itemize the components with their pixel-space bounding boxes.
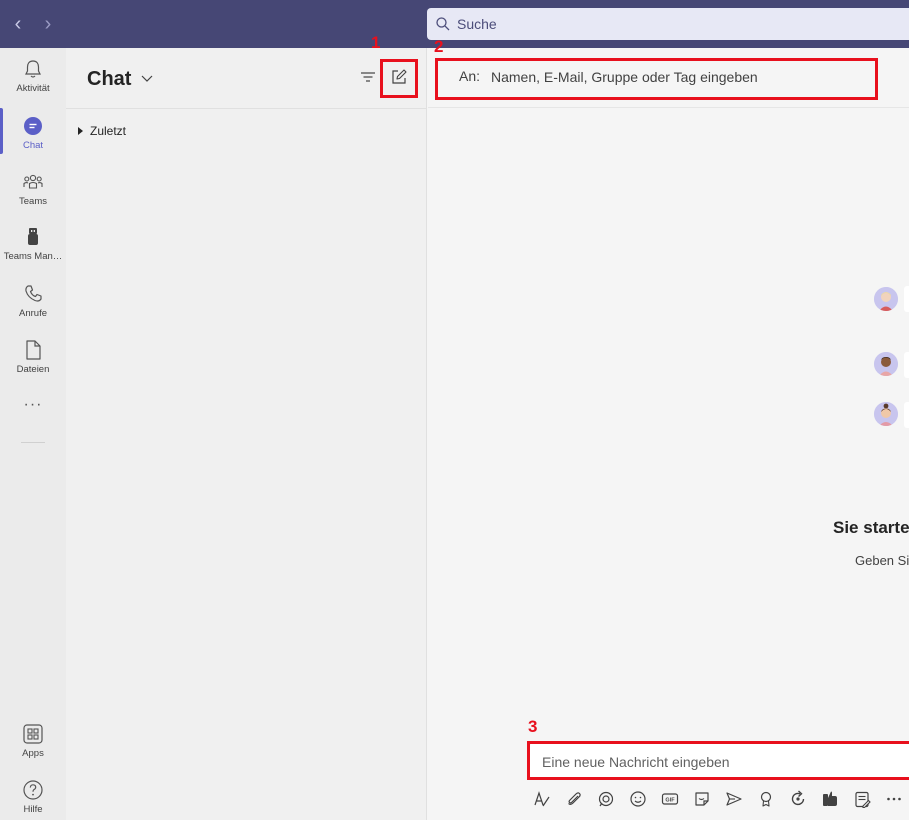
forward-arrow-icon[interactable]: ›: [38, 12, 58, 36]
avatar: [874, 287, 898, 311]
chat-title: Chat: [87, 68, 132, 90]
format-icon[interactable]: [532, 789, 552, 809]
approvals-icon[interactable]: [820, 789, 840, 809]
loop-refresh-icon[interactable]: [788, 789, 808, 809]
search-box[interactable]: Suche: [427, 8, 909, 40]
top-bar: ‹ › Suche: [0, 0, 909, 48]
attach-icon[interactable]: [564, 789, 584, 809]
rail-item-activity[interactable]: Aktivität: [0, 58, 66, 112]
rail-label-calls: Anrufe: [19, 308, 47, 319]
rail-item-calls[interactable]: Anrufe: [0, 283, 66, 337]
gif-icon[interactable]: GIF: [660, 789, 680, 809]
annotation-box-3: [527, 741, 909, 780]
teams-icon: [23, 174, 43, 189]
new-chat-area: An: Sie starte Geben Si GIF: [428, 48, 909, 820]
phone-icon: [25, 285, 42, 302]
rail-item-apps[interactable]: Apps: [0, 723, 66, 777]
annotation-box-1: [380, 59, 418, 98]
rail-label-activity: Aktivität: [16, 83, 50, 94]
annotation-box-2: [435, 58, 878, 100]
caret-right-icon: [78, 127, 83, 135]
schedule-send-icon[interactable]: [724, 789, 744, 809]
rail-divider: [21, 442, 45, 443]
rail-label-chat: Chat: [22, 140, 44, 151]
avatar: [874, 352, 898, 376]
rail-item-teams[interactable]: Teams: [0, 171, 66, 225]
chat-header: Chat: [66, 48, 427, 109]
rail-label-help: Hilfe: [23, 804, 43, 815]
bell-icon: [25, 60, 41, 78]
file-icon: [26, 340, 41, 360]
more-apps-icon[interactable]: ···: [22, 397, 44, 418]
apps-icon: [23, 724, 43, 744]
empty-state-subtitle: Geben Si: [855, 553, 909, 568]
compose-toolbar: GIF: [530, 789, 909, 813]
chat-icon: [24, 117, 42, 135]
message-bubble: [904, 402, 909, 428]
rail-label-teams: Teams: [19, 196, 47, 207]
chat-list-pane: Chat Zuletzt: [66, 48, 427, 820]
rail-item-chat[interactable]: Chat: [0, 115, 66, 169]
app-rail: Aktivität Chat Teams Teams Man… Anrufe D…: [0, 48, 66, 820]
message-bubble: [904, 352, 909, 378]
back-arrow-icon[interactable]: ‹: [8, 12, 28, 36]
avatar: [874, 402, 898, 426]
rail-item-teams-manager[interactable]: Teams Man…: [0, 226, 66, 280]
message-bubble: [904, 286, 909, 312]
annotation-number-2: 2: [434, 37, 444, 56]
annotation-number-3: 3: [528, 717, 538, 736]
filter-icon[interactable]: [358, 67, 378, 87]
help-icon: [23, 780, 43, 800]
recent-section-toggle[interactable]: Zuletzt: [78, 124, 126, 138]
sticker-icon[interactable]: [692, 789, 712, 809]
rail-label-teams-manager: Teams Man…: [3, 251, 63, 262]
rail-label-apps: Apps: [22, 748, 44, 759]
annotation-number-1: 1: [371, 33, 381, 52]
more-options-icon[interactable]: [884, 789, 904, 809]
svg-text:GIF: GIF: [665, 797, 675, 803]
search-placeholder: Suche: [457, 16, 497, 32]
rail-label-files: Dateien: [16, 364, 50, 375]
recent-label: Zuletzt: [90, 124, 127, 138]
loop-icon[interactable]: [596, 789, 616, 809]
chevron-down-icon[interactable]: [140, 70, 154, 86]
search-icon: [436, 17, 450, 31]
rail-item-files[interactable]: Dateien: [0, 339, 66, 393]
praise-icon[interactable]: [756, 789, 776, 809]
usb-icon: [28, 228, 38, 245]
empty-state-title: Sie starte: [833, 518, 909, 537]
forms-icon[interactable]: [852, 789, 872, 809]
emoji-icon[interactable]: [628, 789, 648, 809]
rail-item-help[interactable]: Hilfe: [0, 779, 66, 820]
